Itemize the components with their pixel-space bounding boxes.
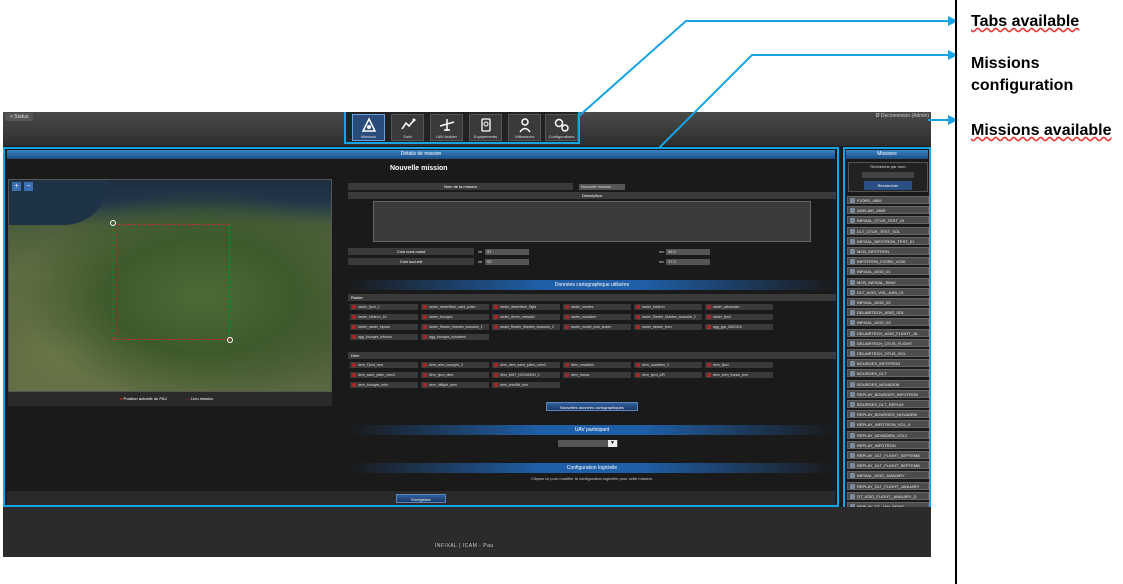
config-callout-line — [658, 54, 950, 149]
annotation-tabs-text: Tabs available — [971, 13, 1080, 30]
annotation-config-line1: Missions — [971, 55, 1040, 72]
annotation-config-line2: configuration — [971, 77, 1074, 94]
annotation-divider — [955, 0, 957, 584]
annotation-available: Missions available — [971, 122, 1112, 140]
annotation-available-text: Missions available — [971, 122, 1112, 139]
tabs-callout-line — [578, 20, 950, 117]
annotation-tabs: Tabs available — [971, 13, 1079, 31]
